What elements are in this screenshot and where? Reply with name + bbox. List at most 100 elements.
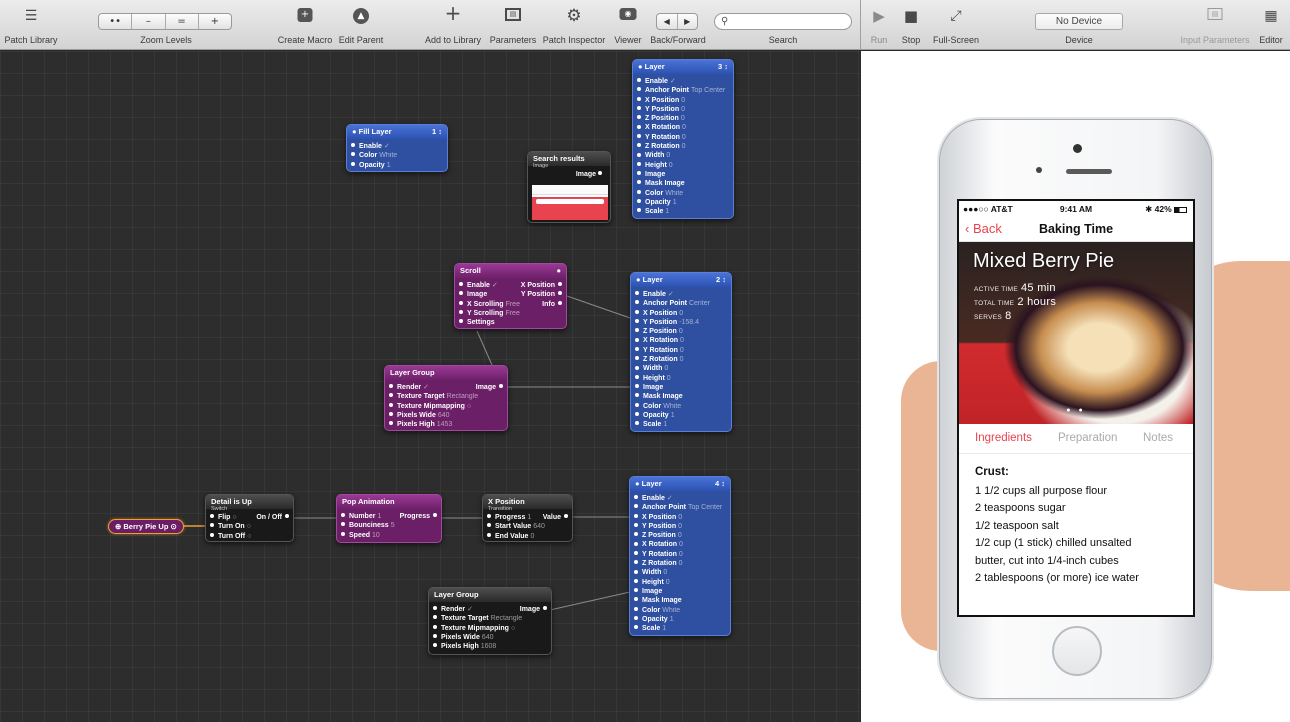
port-dot[interactable] bbox=[389, 402, 393, 407]
port-dot[interactable] bbox=[635, 300, 639, 305]
x-position-transition-patch[interactable]: X Position Transition Progress 1 Value Star… bbox=[482, 494, 573, 542]
port-dot[interactable] bbox=[433, 615, 437, 620]
search-input[interactable]: ⚲ bbox=[714, 13, 852, 30]
zoom-out-button[interactable]: – bbox=[132, 14, 166, 29]
input-port-width[interactable]: Width 0 bbox=[637, 151, 729, 160]
input-port-z-position[interactable]: Z Position 0 bbox=[635, 327, 727, 336]
port-dot[interactable] bbox=[634, 532, 638, 537]
port-dot[interactable] bbox=[637, 199, 641, 204]
input-port-turn-on[interactable]: Turn On ○ bbox=[210, 522, 289, 531]
port-dot[interactable] bbox=[487, 523, 491, 528]
port-dot[interactable] bbox=[635, 421, 639, 426]
viewer-button[interactable]: ◉ Viewer bbox=[611, 0, 645, 50]
home-button[interactable] bbox=[1052, 626, 1102, 676]
port-dot[interactable] bbox=[433, 643, 437, 648]
port-dot[interactable] bbox=[285, 514, 289, 519]
zoom-in-button[interactable]: + bbox=[199, 14, 231, 29]
input-port-y-rotation[interactable]: Y Rotation 0 bbox=[637, 133, 729, 142]
port-dot[interactable] bbox=[637, 78, 641, 83]
port-dot[interactable] bbox=[635, 309, 639, 314]
port-dot[interactable] bbox=[637, 171, 641, 176]
input-port-y-position[interactable]: Y Position -158.4 bbox=[635, 318, 727, 327]
output-port[interactable]: Value bbox=[543, 513, 568, 522]
input-port-start-value[interactable]: Start Value 640 bbox=[487, 522, 568, 531]
port-dot[interactable] bbox=[637, 133, 641, 138]
input-port-progress[interactable]: Progress 1 Value bbox=[487, 513, 568, 522]
input-port-pixels-wide[interactable]: Pixels Wide 640 bbox=[389, 411, 503, 420]
scroll-patch[interactable]: Scroll ● Enable ✓ X Position Image Y Position… bbox=[454, 263, 567, 329]
input-port-color[interactable]: Color White bbox=[637, 189, 729, 198]
port-dot[interactable] bbox=[635, 393, 639, 398]
input-port-image[interactable]: Image bbox=[634, 587, 726, 596]
back-button[interactable]: ◀ bbox=[657, 14, 678, 29]
layer-2-patch[interactable]: ● Layer 2 ↕ Enable ✓ Anchor Point Center X Po… bbox=[630, 272, 732, 432]
input-port-y-rotation[interactable]: Y Rotation 0 bbox=[634, 550, 726, 559]
input-port-settings[interactable]: Settings bbox=[459, 318, 562, 327]
port-dot[interactable] bbox=[389, 421, 393, 426]
port-dot[interactable] bbox=[459, 310, 463, 315]
input-port-opacity[interactable]: Opacity 1 bbox=[635, 411, 727, 420]
port-dot[interactable] bbox=[635, 412, 639, 417]
input-port-pixels-high[interactable]: Pixels High 1453 bbox=[389, 420, 503, 429]
input-port-z-rotation[interactable]: Z Rotation 0 bbox=[637, 142, 729, 151]
input-port-anchor-point[interactable]: Anchor Point Center bbox=[635, 299, 727, 308]
port-dot[interactable] bbox=[635, 319, 639, 324]
recipe-hero-image[interactable]: Mixed Berry Pie Active time 45 min Total … bbox=[959, 242, 1193, 424]
input-port-mask-image[interactable]: Mask Image bbox=[637, 179, 729, 188]
output-port[interactable]: Image bbox=[520, 605, 547, 614]
layer-number[interactable]: 1 ↕ bbox=[432, 125, 442, 139]
port-dot[interactable] bbox=[637, 189, 641, 194]
input-port-texture-mipmapping[interactable]: Texture Mipmapping ○ bbox=[433, 624, 547, 633]
port-dot[interactable] bbox=[634, 625, 638, 630]
input-port-height[interactable]: Height 0 bbox=[637, 161, 729, 170]
fill-layer-patch[interactable]: ● Fill Layer 1 ↕ Enable ✓ Color White Opaci… bbox=[346, 124, 448, 172]
port-dot[interactable] bbox=[635, 328, 639, 333]
input-port-scale[interactable]: Scale 1 bbox=[637, 207, 729, 216]
input-port-number[interactable]: Number 1 Progress bbox=[341, 512, 437, 521]
input-port-flip[interactable]: Flip ○ On / Off bbox=[210, 513, 289, 522]
input-port-y-rotation[interactable]: Y Rotation 0 bbox=[635, 346, 727, 355]
layer-number[interactable]: 4 ↕ bbox=[715, 477, 725, 491]
port-dot[interactable] bbox=[558, 291, 562, 296]
port-dot[interactable] bbox=[634, 569, 638, 574]
port-dot[interactable] bbox=[635, 365, 639, 370]
input-port-x-position[interactable]: X Position 0 bbox=[635, 309, 727, 318]
tab-preparation[interactable]: Preparation bbox=[1058, 432, 1117, 444]
input-port-height[interactable]: Height 0 bbox=[635, 374, 727, 383]
input-port-end-value[interactable]: End Value 0 bbox=[487, 532, 568, 541]
tab-ingredients[interactable]: Ingredients bbox=[975, 432, 1032, 444]
port-dot[interactable] bbox=[634, 560, 638, 565]
input-port-enable[interactable]: Enable ✓ bbox=[637, 77, 729, 86]
port-dot[interactable] bbox=[635, 384, 639, 389]
input-port-enable[interactable]: Enable ✓ X Position bbox=[459, 281, 562, 290]
create-macro-button[interactable]: + Create Macro bbox=[275, 0, 335, 50]
port-dot[interactable] bbox=[637, 124, 641, 129]
port-dot[interactable] bbox=[637, 180, 641, 185]
port-dot[interactable] bbox=[433, 634, 437, 639]
port-dot[interactable] bbox=[637, 96, 641, 101]
run-button[interactable]: ▶ Run bbox=[865, 0, 893, 50]
full-screen-button[interactable]: ⤢ Full-Screen bbox=[929, 0, 983, 50]
input-port-image[interactable]: Image Y Position bbox=[459, 290, 562, 299]
port-dot[interactable] bbox=[459, 319, 463, 324]
layer-number[interactable]: 2 ↕ bbox=[716, 273, 726, 287]
port-dot[interactable] bbox=[210, 523, 214, 528]
input-port-z-position[interactable]: Z Position 0 bbox=[634, 531, 726, 540]
input-port-color[interactable]: Color White bbox=[635, 402, 727, 411]
port-dot[interactable] bbox=[637, 152, 641, 157]
input-port-x-position[interactable]: X Position 0 bbox=[634, 513, 726, 522]
port-dot[interactable] bbox=[433, 624, 437, 629]
output-port[interactable]: X Position bbox=[521, 281, 562, 290]
berry-pie-up-interaction-patch[interactable]: ⊕ Berry Pie Up ⊙ bbox=[108, 519, 184, 534]
layer-group-patch-1[interactable]: Layer Group Render ✓ Image Texture Target Re… bbox=[384, 365, 508, 431]
input-port-x-scrolling[interactable]: X Scrolling Free Info bbox=[459, 300, 562, 309]
input-port-x-rotation[interactable]: X Rotation 0 bbox=[635, 336, 727, 345]
input-port-z-position[interactable]: Z Position 0 bbox=[637, 114, 729, 123]
layer-group-patch-2[interactable]: Layer Group Render ✓ Image Texture Target Re… bbox=[428, 587, 552, 655]
input-port-turn-off[interactable]: Turn Off ○ bbox=[210, 532, 289, 541]
input-port-opacity[interactable]: Opacity 1 bbox=[634, 615, 726, 624]
layer-3-patch[interactable]: ● Layer 3 ↕ Enable ✓ Anchor Point Top Center… bbox=[632, 59, 734, 219]
output-port[interactable]: Info bbox=[542, 300, 562, 309]
pop-animation-patch[interactable]: Pop Animation Number 1 Progress Bounciness 5… bbox=[336, 494, 442, 543]
input-port-enable[interactable]: Enable ✓ bbox=[351, 142, 443, 151]
